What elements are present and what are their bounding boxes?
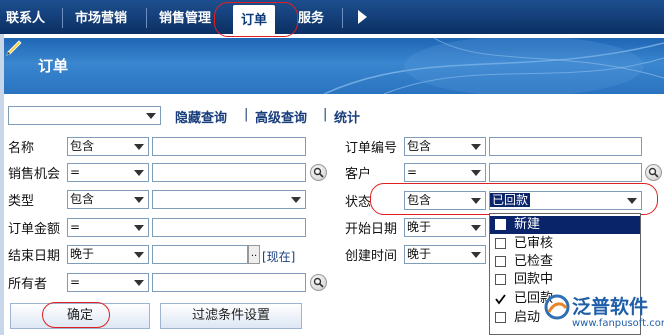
amount-label: 订单金额 — [8, 222, 61, 237]
created-time-operator-select[interactable]: 晚于 — [404, 245, 486, 264]
saved-query-select[interactable] — [8, 106, 161, 125]
tab-contacts[interactable]: 联系人 — [6, 0, 45, 34]
dropdown-arrow-icon — [134, 225, 144, 231]
opportunity-input[interactable] — [152, 163, 306, 182]
checkbox-icon[interactable] — [495, 219, 506, 230]
chevron-right-icon[interactable] — [358, 10, 367, 24]
status-option[interactable]: 已检查 — [490, 253, 640, 271]
dropdown-arrow-icon — [471, 144, 481, 150]
page-header-banner: 订单 — [4, 38, 664, 94]
status-option-label: 启动 — [514, 310, 541, 325]
created-time-label: 创建时间 — [345, 249, 398, 264]
owner-input[interactable] — [152, 273, 306, 292]
name-label: 名称 — [8, 141, 35, 156]
checkbox-icon[interactable] — [495, 293, 506, 305]
status-option[interactable]: 新建 — [490, 216, 640, 234]
tab-sales-management[interactable]: 销售管理 — [159, 0, 211, 34]
type-label: 类型 — [8, 194, 35, 209]
magnifier-icon[interactable] — [310, 164, 327, 181]
annotation-circle — [214, 2, 298, 37]
dropdown-arrow-icon — [146, 113, 156, 119]
magnifier-icon[interactable] — [645, 164, 662, 181]
type-value-select[interactable] — [152, 190, 306, 209]
date-picker-button[interactable]: .. — [248, 245, 260, 264]
status-option-label: 回款中 — [514, 272, 554, 287]
status-option-label: 已检查 — [514, 254, 554, 269]
start-date-operator-value: 晚于 — [407, 220, 432, 234]
customer-input[interactable] — [489, 163, 642, 182]
filter-settings-button[interactable]: 过滤条件设置 — [160, 303, 302, 329]
advanced-query-link[interactable]: 高级查询 — [255, 107, 307, 126]
checkbox-icon[interactable] — [495, 312, 506, 323]
end-date-operator-value: 晚于 — [70, 247, 95, 261]
start-date-operator-select[interactable]: 晚于 — [404, 218, 486, 237]
tab-marketing[interactable]: 市场营销 — [75, 0, 127, 34]
amount-operator-select[interactable]: = — [67, 218, 149, 237]
dropdown-arrow-icon — [134, 252, 144, 258]
link-separator: | — [323, 107, 328, 122]
opportunity-label: 销售机会 — [8, 167, 61, 182]
order-number-operator-value: 包含 — [407, 139, 432, 153]
dropdown-arrow-icon — [134, 170, 144, 176]
annotation-circle — [42, 302, 110, 328]
end-date-label: 结束日期 — [8, 249, 61, 264]
magnifier-icon[interactable] — [310, 274, 327, 291]
link-separator: | — [244, 107, 249, 122]
owner-operator-select[interactable]: = — [67, 273, 149, 292]
hide-query-link[interactable]: 隐藏查询 — [175, 107, 227, 126]
page-title: 订单 — [38, 57, 69, 75]
name-input[interactable] — [152, 137, 306, 156]
dropdown-arrow-icon — [471, 225, 481, 231]
customer-operator-select[interactable]: = — [404, 163, 486, 182]
dropdown-arrow-icon — [291, 197, 301, 203]
watermark-url: www.fanpusoft.com — [572, 318, 664, 329]
dropdown-arrow-icon — [134, 197, 144, 203]
created-time-operator-value: 晚于 — [407, 247, 432, 261]
dropdown-arrow-icon — [471, 252, 481, 258]
customer-label: 客户 — [345, 167, 372, 182]
status-option[interactable]: 回款中 — [490, 271, 640, 289]
owner-operator-value: = — [70, 275, 81, 289]
banner-swoosh-decoration — [323, 38, 664, 94]
order-number-operator-select[interactable]: 包含 — [404, 137, 486, 156]
order-number-input[interactable] — [489, 137, 642, 156]
dropdown-arrow-icon — [134, 144, 144, 150]
tab-separator — [62, 8, 63, 28]
name-operator-select[interactable]: 包含 — [67, 137, 149, 156]
tab-service[interactable]: 服务 — [298, 0, 324, 34]
status-option-label: 已审核 — [514, 236, 554, 251]
now-link[interactable]: [现在] — [262, 248, 295, 265]
amount-operator-value: = — [70, 220, 81, 234]
start-date-label: 开始日期 — [345, 222, 398, 237]
type-operator-value: 包含 — [70, 192, 95, 206]
amount-input[interactable] — [152, 218, 306, 237]
customer-operator-value: = — [407, 165, 418, 179]
dropdown-arrow-icon — [471, 170, 481, 176]
opportunity-operator-select[interactable]: = — [67, 163, 149, 182]
type-operator-select[interactable]: 包含 — [67, 190, 149, 209]
checkmark-icon — [495, 294, 506, 305]
pencil-icon — [6, 40, 22, 56]
end-date-operator-select[interactable]: 晚于 — [67, 245, 149, 264]
dropdown-arrow-icon — [134, 280, 144, 286]
tab-separator — [342, 8, 343, 28]
statistics-link[interactable]: 统计 — [334, 107, 360, 126]
status-option[interactable]: 已审核 — [490, 235, 640, 253]
checkbox-icon[interactable] — [495, 256, 506, 267]
brand-logo-icon — [544, 294, 570, 320]
status-option-label: 新建 — [514, 217, 541, 232]
owner-label: 所有者 — [8, 277, 48, 292]
top-nav-bar: 联系人 市场营销 销售管理 订单 服务 — [0, 0, 664, 34]
watermark: 泛普软件 www.fanpusoft.com — [540, 290, 664, 335]
checkbox-icon[interactable] — [495, 274, 506, 285]
annotation-circle — [370, 183, 658, 215]
end-date-input[interactable] — [152, 245, 248, 264]
opportunity-operator-value: = — [70, 165, 81, 179]
order-number-label: 订单编号 — [345, 141, 398, 156]
status-label: 状态 — [345, 195, 372, 210]
name-operator-value: 包含 — [70, 139, 95, 153]
checkbox-icon[interactable] — [495, 238, 506, 249]
tab-separator — [146, 8, 147, 28]
watermark-brand: 泛普软件 — [572, 296, 649, 318]
